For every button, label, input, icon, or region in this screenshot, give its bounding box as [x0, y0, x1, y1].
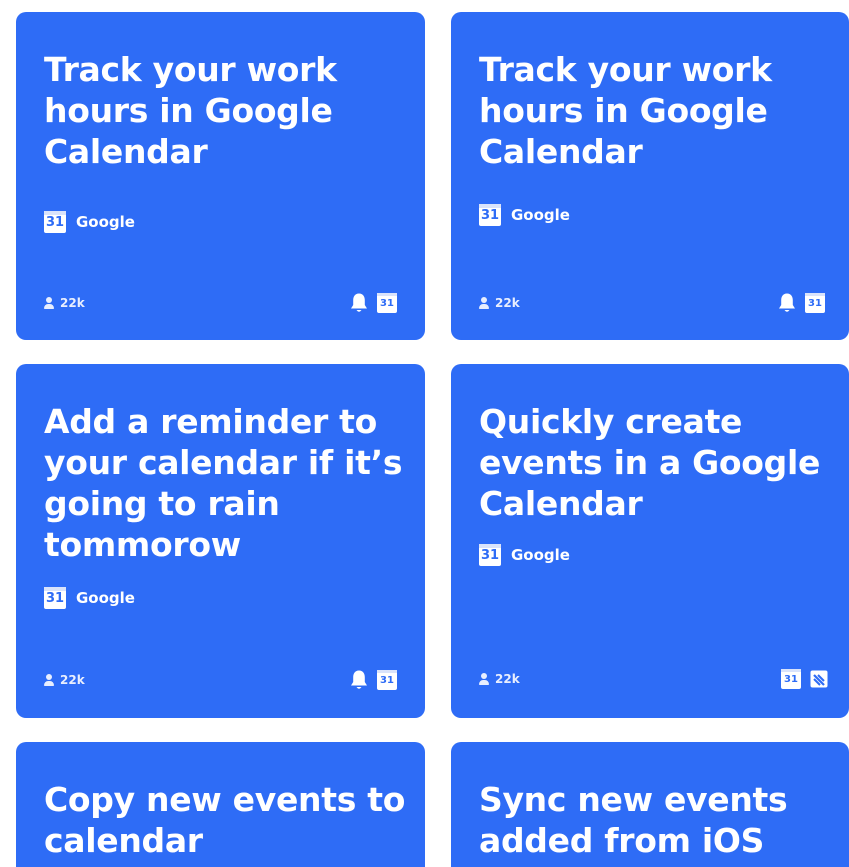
- google-calendar-icon: 31: [781, 669, 801, 689]
- service-badge: 31 Google: [479, 544, 570, 566]
- user-count: 22k: [479, 296, 520, 310]
- bell-icon: [351, 670, 367, 689]
- user-count: 22k: [44, 296, 85, 310]
- applet-footer: 22k 31: [44, 669, 397, 691]
- user-count: 22k: [479, 672, 520, 686]
- applet-title: Copy new events to calendar: [44, 780, 406, 860]
- notes-icon: [810, 670, 828, 688]
- applet-footer: 22k 31: [44, 292, 397, 314]
- user-count: 22k: [44, 673, 85, 687]
- service-icons: 31: [349, 669, 397, 691]
- google-calendar-icon: 31: [805, 293, 825, 313]
- applet-title: Sync new events added from iOS: [479, 780, 788, 860]
- applet-card-track-work-hours-1[interactable]: Track your work hours in Google Calendar…: [16, 12, 425, 340]
- person-icon: [44, 674, 54, 686]
- user-count-value: 22k: [495, 672, 520, 686]
- person-icon: [479, 673, 489, 685]
- service-name: Google: [76, 213, 135, 231]
- applet-card-copy-new-events[interactable]: Copy new events to calendar: [16, 742, 425, 867]
- service-icons: 31: [777, 292, 825, 314]
- applet-footer: 22k 31: [479, 292, 825, 314]
- applet-footer: 22k 31: [479, 669, 829, 689]
- user-count-value: 22k: [60, 296, 85, 310]
- google-calendar-icon: 31: [479, 204, 501, 226]
- user-count-value: 22k: [495, 296, 520, 310]
- applet-card-sync-ios-events[interactable]: Sync new events added from iOS: [451, 742, 849, 867]
- applet-title: Add a reminder to your calendar if it’s …: [44, 402, 403, 564]
- applet-title: Track your work hours in Google Calendar: [44, 50, 337, 171]
- applet-title: Track your work hours in Google Calendar: [479, 50, 772, 171]
- applet-title: Quickly create events in a Google Calend…: [479, 402, 821, 523]
- service-name: Google: [511, 546, 570, 564]
- service-badge: 31 Google: [479, 204, 570, 226]
- google-calendar-icon: 31: [377, 670, 397, 690]
- applet-grid: Track your work hours in Google Calendar…: [0, 0, 849, 867]
- applet-card-track-work-hours-2[interactable]: Track your work hours in Google Calendar…: [451, 12, 849, 340]
- bell-icon: [351, 293, 367, 312]
- service-icons: 31: [349, 292, 397, 314]
- person-icon: [44, 297, 54, 309]
- service-icons: 31: [781, 669, 829, 689]
- applet-card-rain-reminder[interactable]: Add a reminder to your calendar if it’s …: [16, 364, 425, 718]
- applet-card-quick-create-events[interactable]: Quickly create events in a Google Calend…: [451, 364, 849, 718]
- google-calendar-icon: 31: [44, 587, 66, 609]
- service-name: Google: [511, 206, 570, 224]
- person-icon: [479, 297, 489, 309]
- google-calendar-icon: 31: [479, 544, 501, 566]
- service-badge: 31 Google: [44, 211, 135, 233]
- service-name: Google: [76, 589, 135, 607]
- google-calendar-icon: 31: [44, 211, 66, 233]
- bell-icon: [779, 293, 795, 312]
- google-calendar-icon: 31: [377, 293, 397, 313]
- user-count-value: 22k: [60, 673, 85, 687]
- service-badge: 31 Google: [44, 587, 135, 609]
